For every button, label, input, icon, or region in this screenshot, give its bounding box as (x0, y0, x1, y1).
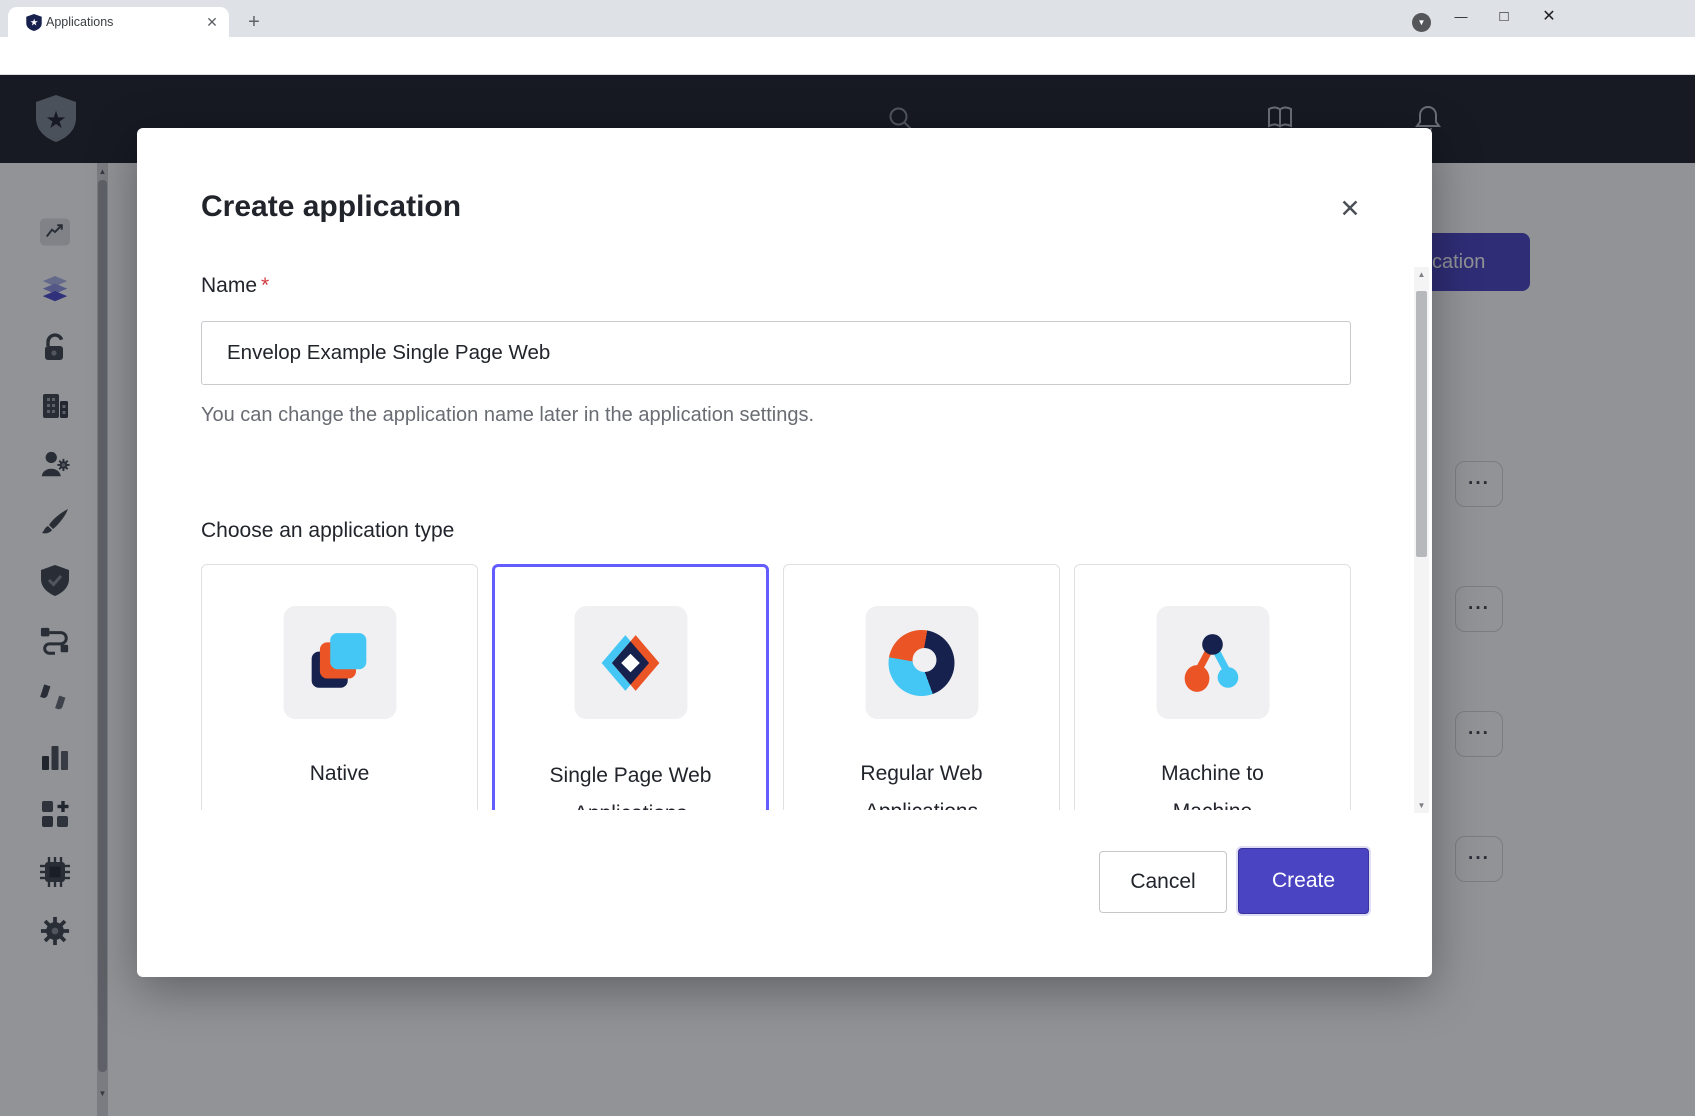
new-tab-button[interactable]: + (240, 8, 268, 36)
app-type-card-regular-web[interactable]: Regular Web Applications (783, 564, 1060, 810)
native-icon (283, 606, 396, 719)
browser-tab[interactable]: ★ Applications ✕ (8, 7, 229, 37)
tab-search-icon[interactable]: ▼ (1412, 13, 1431, 32)
modal-scrollbar[interactable]: ▲ ▼ (1414, 267, 1429, 813)
create-button[interactable]: Create (1238, 848, 1369, 914)
svg-text:★: ★ (30, 18, 38, 28)
modal-scrollbar-thumb[interactable] (1416, 291, 1427, 557)
tab-close-icon[interactable]: ✕ (203, 13, 221, 31)
window-close-button[interactable]: ✕ (1534, 4, 1564, 28)
card-title: Single Page Web Applications (495, 757, 766, 810)
app-type-card-native[interactable]: Native (201, 564, 478, 810)
cancel-button[interactable]: Cancel (1099, 851, 1227, 913)
machine-to-machine-icon (1156, 606, 1269, 719)
browser-toolbar: ← → ⟳ manage.auth0.com/dashboard/eu/drea… (0, 37, 1695, 75)
card-title: Regular Web Applications (784, 755, 1059, 810)
create-application-modal: Create application ✕ Name* You can chang… (137, 128, 1432, 977)
tab-title: Applications (46, 15, 203, 29)
application-type-cards: Native Single Page Web Applications (201, 564, 1353, 810)
window-maximize-button[interactable]: □ (1489, 4, 1519, 28)
browser-tab-strip: ★ Applications ✕ + ▼ — □ ✕ (0, 0, 1695, 37)
regular-web-app-icon (865, 606, 978, 719)
app-type-card-single-page[interactable]: Single Page Web Applications (492, 564, 769, 810)
application-name-input[interactable] (201, 321, 1351, 385)
application-type-label: Choose an application type (201, 519, 454, 543)
name-label: Name* (201, 274, 269, 298)
modal-title: Create application (201, 190, 461, 224)
close-icon[interactable]: ✕ (1333, 192, 1367, 226)
app-type-card-machine-to-machine[interactable]: Machine to Machine Applications (1074, 564, 1351, 810)
card-title: Machine to Machine Applications (1075, 755, 1350, 810)
window-minimize-button[interactable]: — (1446, 4, 1476, 28)
card-title: Native (202, 755, 477, 793)
auth0-favicon: ★ (26, 14, 42, 31)
required-asterisk: * (261, 274, 269, 297)
single-page-app-icon (574, 606, 687, 719)
scroll-down-icon[interactable]: ▼ (1417, 801, 1426, 810)
name-help-text: You can change the application name late… (201, 404, 814, 427)
scroll-up-icon[interactable]: ▲ (1417, 270, 1426, 279)
